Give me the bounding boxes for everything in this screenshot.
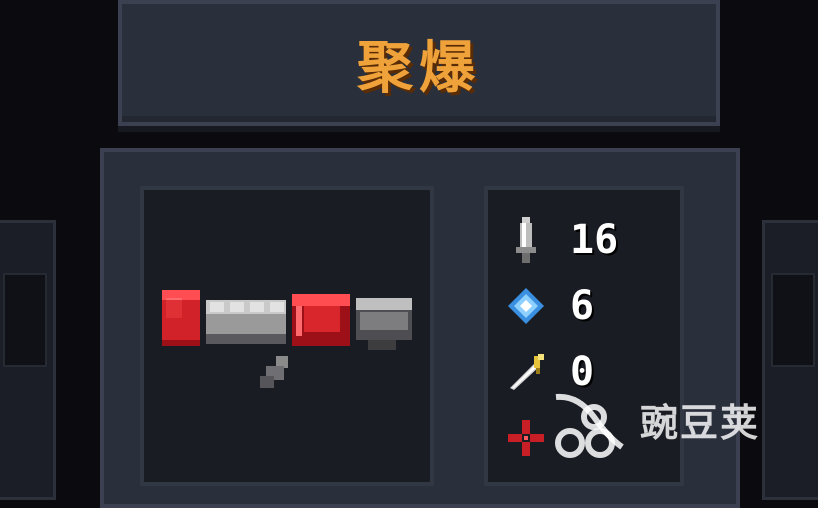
weapon-preview-box[interactable] bbox=[140, 186, 434, 486]
weapon-title-panel: 聚爆 bbox=[118, 0, 720, 126]
red-crosshair-icon bbox=[504, 413, 548, 463]
adjacent-weapon-slot-left bbox=[3, 273, 47, 367]
blue-crystal-energy-icon bbox=[504, 281, 548, 331]
weapon-sprite-icon bbox=[162, 290, 412, 388]
stat-row-damage: 16 bbox=[504, 212, 674, 268]
adjacent-weapon-slot-right bbox=[771, 273, 815, 367]
stat-row-energy: 6 bbox=[504, 278, 674, 334]
stat-damage-value: 16 bbox=[570, 217, 619, 263]
watermark-text: 豌豆荚 bbox=[640, 400, 761, 445]
wandoujia-logo-icon bbox=[555, 393, 624, 458]
weapon-name: 聚爆 bbox=[357, 35, 481, 101]
adjacent-weapon-panel-left[interactable] bbox=[0, 220, 56, 500]
critical-dagger-icon bbox=[504, 347, 548, 397]
watermark: 豌豆荚 bbox=[548, 374, 798, 464]
sword-damage-icon bbox=[504, 215, 548, 265]
stat-energy-value: 6 bbox=[570, 283, 595, 329]
